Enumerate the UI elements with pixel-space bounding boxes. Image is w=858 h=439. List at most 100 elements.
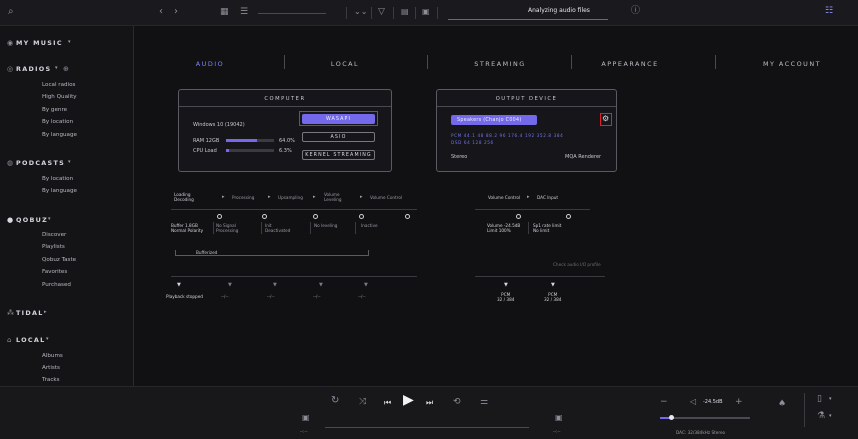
play-icon[interactable]: ▶: [403, 393, 414, 407]
info-icon[interactable]: ⓘ: [631, 6, 640, 16]
step-indicator-dot: [359, 214, 364, 219]
tab-streaming[interactable]: STREAMING: [465, 60, 535, 68]
bufferized-label: Bufferized: [193, 250, 221, 255]
add-radio-icon[interactable]: ⊕: [63, 64, 69, 74]
timer-icon[interactable]: ↻: [331, 396, 339, 406]
sidebar-item-podcasts-by-language[interactable]: By language: [42, 188, 77, 194]
queue-panel-icon[interactable]: ▣: [555, 413, 563, 423]
sidebar-item-by-location[interactable]: By location: [42, 119, 73, 125]
divider: [171, 209, 417, 210]
step-indicator-dot: [217, 214, 222, 219]
volume-slider-handle[interactable]: [668, 415, 674, 420]
chevron-down-icon[interactable]: ▾: [48, 216, 51, 222]
arrow-right-icon: ▸: [360, 194, 363, 200]
back-icon[interactable]: ‹: [159, 7, 163, 17]
sidebar-item-tracks[interactable]: Tracks: [42, 377, 60, 383]
sidebar-item-by-genre[interactable]: By genre: [42, 107, 67, 113]
asio-button[interactable]: ASIO: [302, 132, 375, 142]
sidebar-item-discover[interactable]: Discover: [42, 232, 66, 238]
rate-limit-value: Sp1 rate limit No limit: [533, 223, 562, 233]
qobuz-icon: ●: [7, 216, 14, 224]
step-indicator-dot: [566, 214, 571, 219]
sidebar-section-qobuz[interactable]: QOBUZ: [16, 216, 48, 224]
kernel-streaming-button[interactable]: KERNEL STREAMING: [302, 150, 375, 160]
tab-local[interactable]: LOCAL: [320, 60, 370, 68]
chevron-down-icon[interactable]: ▾: [829, 396, 832, 402]
next-icon[interactable]: ⏭: [426, 398, 433, 408]
divider: [261, 222, 262, 234]
pcm-format-left: PCM 32 / 384: [497, 292, 515, 302]
seek-bar[interactable]: [325, 427, 529, 428]
device-icon[interactable]: ▯: [817, 394, 822, 404]
volume-down-icon[interactable]: −: [660, 397, 668, 407]
local-drive-icon: ⌂: [7, 336, 12, 344]
player-bar: ▣ --:-- ↻ ⤨ ⏮ ▶ ⏭ ⟲ ⚌ ▣ --:-- − ◁ -24.5d…: [0, 386, 858, 439]
top-bar: ⌕ ‹ › ▦ ☰ ⌄⌄ ▽ ▤ ▣ Analyzing audio files…: [0, 0, 858, 26]
ram-bar-fill: [226, 139, 257, 142]
queue-icon[interactable]: ▤: [401, 7, 409, 17]
equalizer-icon[interactable]: ⚌: [480, 397, 488, 407]
sidebar-item-artists[interactable]: Artists: [42, 365, 60, 371]
computer-panel-title: COMPUTER: [264, 96, 306, 102]
chevron-down-icon[interactable]: ▾: [55, 65, 58, 71]
sidebar-section-radios[interactable]: RADIOS: [16, 65, 51, 73]
previous-icon[interactable]: ⏮: [384, 398, 391, 408]
ram-bar: [226, 139, 274, 142]
step-upsampling: Upsampling: [278, 195, 303, 200]
wasapi-button[interactable]: WASAPI: [302, 114, 375, 124]
chevron-down-icon[interactable]: ▾: [68, 159, 71, 165]
pcm-rates: PCM 44.1 48 88.2 96 176.4 192 352.8 384: [451, 133, 564, 138]
shuffle-icon[interactable]: ⤨: [359, 397, 366, 407]
list-view-icon[interactable]: ☰: [240, 7, 248, 17]
search-icon[interactable]: ⌕: [8, 7, 14, 17]
sidebar-section-local[interactable]: LOCAL: [16, 336, 46, 344]
sidebar-section-podcasts[interactable]: PODCASTS: [16, 159, 65, 167]
dsd-rates: DSD 64 128 256: [451, 140, 494, 145]
upsampling-dash: --/--: [267, 294, 275, 299]
sidebar-item-playlists[interactable]: Playlists: [42, 244, 65, 250]
ram-label: RAM 12GB: [193, 138, 220, 144]
volume-up-icon[interactable]: +: [735, 397, 743, 407]
tab-appearance[interactable]: APPEARANCE: [590, 60, 670, 68]
mqa-icon[interactable]: ♠: [778, 399, 786, 409]
grid-view-icon[interactable]: ▦: [220, 7, 229, 17]
sidebar-section-tidal[interactable]: TIDAL: [16, 309, 44, 317]
sidebar-item-local-radios[interactable]: Local radios: [42, 82, 75, 88]
output-device-selector[interactable]: Speakers (Chanjo C004): [451, 115, 537, 125]
album-art-icon[interactable]: ▣: [302, 413, 310, 423]
divider: [171, 276, 417, 277]
divider: [571, 55, 572, 69]
sidebar-item-favorites[interactable]: Favorites: [42, 269, 67, 275]
settings-sliders-icon[interactable]: ☷: [825, 6, 833, 16]
tab-audio[interactable]: AUDIO: [190, 60, 230, 68]
down-arrow-icon: ▼: [364, 282, 368, 288]
sidebar-item-purchased[interactable]: Purchased: [42, 282, 71, 288]
divider: [427, 55, 428, 69]
playlist-icon[interactable]: ▣: [422, 7, 430, 17]
step-indicator-dot: [262, 214, 267, 219]
chevron-down-icon[interactable]: ▾: [68, 39, 71, 45]
divider: [355, 222, 356, 234]
sidebar-item-by-language[interactable]: By language: [42, 132, 77, 138]
sidebar-item-qobuz-taste[interactable]: Qobuz Taste: [42, 257, 76, 263]
chevron-down-icon[interactable]: ▾: [46, 336, 49, 342]
volume-dash: --/--: [358, 294, 366, 299]
network-icon[interactable]: ⚗: [817, 411, 825, 421]
speaker-icon[interactable]: ◁: [690, 397, 696, 407]
gear-icon[interactable]: ⚙: [602, 114, 609, 124]
check-audio-profile-link[interactable]: Check audio I/O profile: [553, 262, 601, 267]
down-arrow-icon: ▼: [551, 282, 555, 288]
sidebar-item-high-quality[interactable]: High Quality: [42, 94, 77, 100]
repeat-icon[interactable]: ⟲: [453, 397, 461, 407]
forward-icon[interactable]: ›: [174, 7, 178, 17]
sidebar-section-my-music[interactable]: MY MUSIC: [16, 39, 63, 47]
status-text: Analyzing audio files: [528, 7, 590, 14]
sidebar-item-podcasts-by-location[interactable]: By location: [42, 176, 73, 182]
filter-icon[interactable]: ▽: [378, 7, 385, 17]
playback-status: Playback stopped: [166, 294, 203, 299]
tab-my-account[interactable]: MY ACCOUNT: [752, 60, 832, 68]
sidebar-item-albums[interactable]: Albums: [42, 353, 63, 359]
chevron-down-icon[interactable]: ▾: [829, 413, 832, 419]
chevron-right-icon[interactable]: ▸: [44, 309, 47, 315]
waveform-icon[interactable]: ⌄⌄: [354, 7, 367, 17]
